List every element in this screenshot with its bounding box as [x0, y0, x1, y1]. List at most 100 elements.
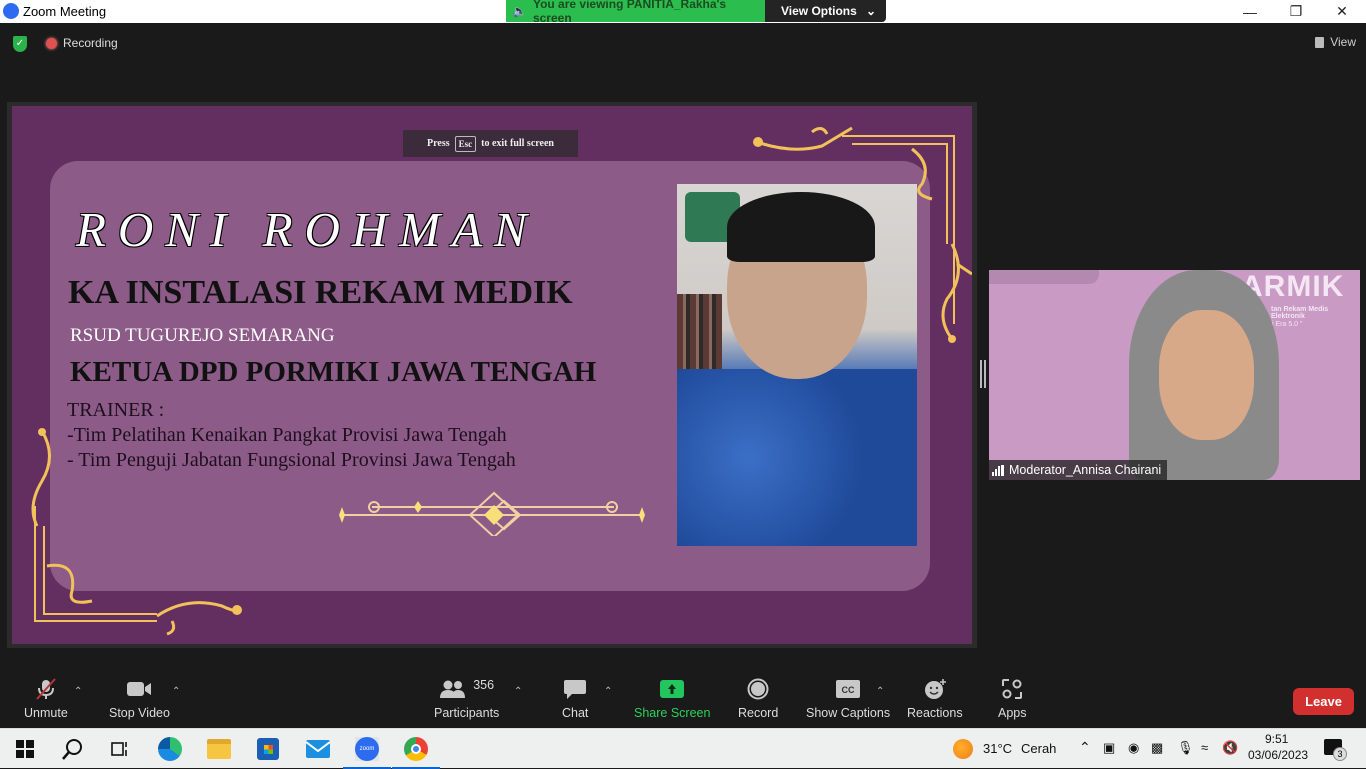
decorative-divider	[339, 491, 645, 536]
chrome-taskbar-button[interactable]	[392, 737, 440, 769]
network-adapter-icon[interactable]: ▣	[1103, 740, 1115, 756]
weather-description[interactable]: Cerah	[1021, 741, 1056, 756]
exit-fullscreen-hint: Press Esc to exit full screen	[403, 130, 578, 157]
microphone-muted-icon	[34, 678, 58, 700]
participants-button[interactable]: 356 Participants	[434, 678, 499, 720]
apps-button[interactable]: Apps	[998, 678, 1027, 720]
signal-strength-icon	[992, 464, 1004, 476]
participant-name-bar: Moderator_Annisa Chairani	[989, 460, 1168, 480]
participant-video-tile[interactable]: ARMIK tan Rekam Medis Elektronik i Era 5…	[989, 270, 1360, 480]
participant-count: 356	[473, 678, 495, 692]
volume-muted-icon[interactable]: 🔇	[1222, 740, 1238, 756]
esc-key: Esc	[454, 135, 477, 152]
search-button[interactable]	[60, 737, 84, 761]
chat-icon	[563, 678, 587, 700]
weather-sun-icon[interactable]	[953, 739, 973, 759]
speaker-organization: RSUD TUGUREJO SEMARANG	[70, 325, 335, 346]
file-explorer-button[interactable]	[207, 737, 231, 761]
panel-splitter-handle[interactable]	[980, 360, 986, 388]
stop-video-button[interactable]: Stop Video	[109, 678, 170, 720]
trainer-item: -Tim Pelatihan Kenaikan Pangkat Provisi …	[67, 424, 507, 446]
record-button[interactable]: Record	[738, 678, 778, 720]
speaker-title-1: KA INSTALASI REKAM MEDIK	[68, 274, 573, 311]
window-title: Zoom Meeting	[23, 4, 107, 19]
recording-icon	[46, 38, 57, 49]
leave-button[interactable]: Leave	[1293, 688, 1354, 715]
notification-count-badge: 3	[1333, 747, 1347, 761]
video-options-caret[interactable]: ⌃	[172, 686, 180, 697]
close-button[interactable]: ✕	[1319, 0, 1365, 23]
speaker-photo	[677, 184, 917, 546]
view-label: View	[1330, 35, 1356, 49]
trainer-section: TRAINER : -Tim Pelatihan Kenaikan Pangka…	[67, 398, 516, 473]
show-captions-button[interactable]: CC Show Captions	[806, 678, 890, 720]
trainer-item: - Tim Penguji Jabatan Fungsional Provins…	[67, 449, 516, 471]
speaker-name: RONI ROHMAN	[76, 202, 539, 257]
participants-label: Participants	[434, 706, 500, 720]
display-icon[interactable]: ▩	[1151, 740, 1163, 756]
minimize-button[interactable]: —	[1227, 0, 1273, 23]
store-icon	[257, 738, 279, 760]
presentation-slide: Press Esc to exit full screen RONI ROHMA…	[12, 106, 972, 644]
reactions-button[interactable]: Reactions	[907, 678, 963, 720]
stop-video-label: Stop Video	[109, 706, 170, 720]
mail-button[interactable]	[306, 737, 330, 761]
zoom-taskbar-button[interactable]: zoom	[343, 737, 391, 769]
cc-icon: CC	[836, 678, 861, 700]
microphone-icon[interactable]: 🎙	[1177, 740, 1194, 756]
speaker-title-2: KETUA DPD PORMIKI JAWA TENGAH	[70, 356, 597, 388]
windows-logo-icon	[16, 740, 34, 758]
close-icon: ✕	[1336, 3, 1348, 19]
minimize-icon: —	[1243, 3, 1257, 20]
clock-time[interactable]: 9:51	[1265, 732, 1288, 746]
chat-label: Chat	[562, 706, 589, 720]
edge-taskbar-button[interactable]	[158, 737, 182, 761]
weather-temperature[interactable]: 31°C	[983, 741, 1012, 756]
chrome-icon	[404, 737, 428, 761]
security-shield-icon[interactable]: ✓	[13, 36, 27, 52]
viewing-text: You are viewing PANITIA_Rakha's screen	[532, 0, 727, 25]
view-options-label: View Options	[781, 4, 857, 18]
virtual-background-subtitle: tan Rekam Medis Elektronik	[1271, 306, 1329, 320]
task-view-button[interactable]	[108, 737, 132, 761]
photo-batik-shirt	[677, 369, 917, 546]
background-logos	[989, 270, 1099, 284]
shared-screen: Press Esc to exit full screen RONI ROHMA…	[7, 102, 977, 648]
esc-hint-suffix: to exit full screen	[481, 138, 554, 149]
captions-options-caret[interactable]: ⌃	[876, 686, 884, 697]
store-button[interactable]	[256, 737, 280, 761]
participants-options-caret[interactable]: ⌃	[514, 686, 522, 697]
restore-button[interactable]: ❐	[1273, 0, 1319, 23]
share-screen-icon	[659, 678, 685, 700]
wifi-icon[interactable]: ≈	[1201, 740, 1208, 755]
meeting-toolbar: Unmute ⌃ Stop Video ⌃ 356 Participants ⌃…	[0, 670, 1366, 728]
view-button[interactable]: View	[1315, 35, 1356, 49]
reactions-icon	[923, 678, 947, 700]
start-button[interactable]	[13, 737, 37, 761]
zoom-icon: zoom	[355, 737, 379, 761]
unmute-label: Unmute	[24, 706, 68, 720]
recording-label[interactable]: Recording	[63, 36, 118, 50]
meeting-topbar: ✓ Recording View	[0, 23, 1366, 63]
folder-icon	[207, 739, 231, 759]
unmute-button[interactable]: Unmute	[24, 678, 68, 720]
chat-options-caret[interactable]: ⌃	[604, 686, 612, 697]
reactions-label: Reactions	[907, 706, 963, 720]
chevron-down-icon: ⌄	[865, 4, 876, 18]
zoom-app-icon	[3, 3, 19, 19]
clock-date[interactable]: 03/06/2023	[1248, 748, 1308, 762]
participant-face	[1159, 310, 1254, 440]
search-icon	[62, 739, 82, 760]
viewing-screen-banner: 🔈 You are viewing PANITIA_Rakha's screen	[506, 0, 765, 25]
esc-hint-prefix: Press	[427, 138, 450, 149]
windows-taskbar: zoom 31°C Cerah ⌃ ▣ ◉ ▩ 🎙 ≈ 🔇 9:51 03/06…	[0, 728, 1366, 769]
audio-options-caret[interactable]: ⌃	[74, 686, 82, 697]
show-hidden-icons-button[interactable]: ⌃	[1079, 739, 1091, 756]
view-options-button[interactable]: View Options ⌄	[765, 0, 886, 22]
restore-icon: ❐	[1289, 3, 1303, 19]
mail-icon	[306, 740, 330, 758]
edge-icon	[158, 737, 182, 761]
share-screen-button[interactable]: Share Screen	[634, 678, 710, 720]
chat-button[interactable]: Chat	[562, 678, 588, 720]
camera-in-use-icon[interactable]: ◉	[1128, 740, 1139, 756]
